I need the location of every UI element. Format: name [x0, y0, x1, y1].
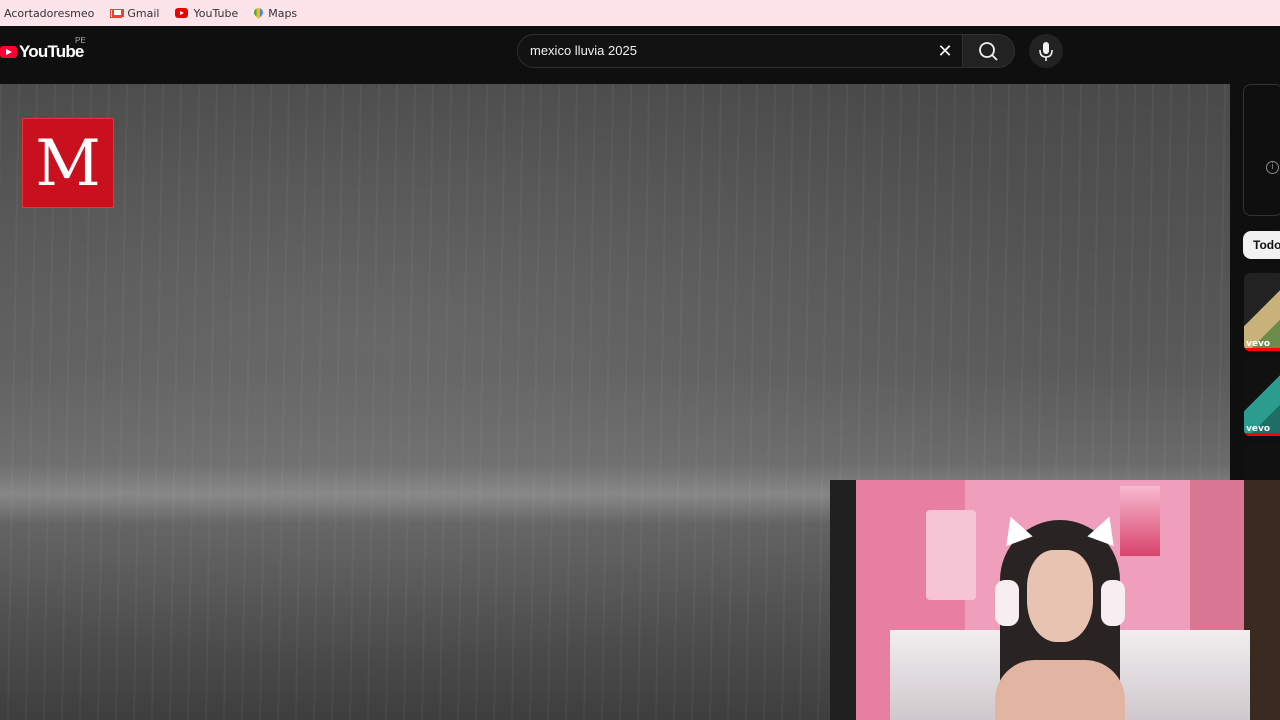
youtube-icon [175, 8, 189, 18]
headset-left [995, 580, 1019, 626]
webcam-door [830, 480, 856, 720]
bookmark-label: Acortadoresmeo [4, 6, 95, 20]
headset-right [1101, 580, 1125, 626]
search-input[interactable]: mexico lluvia 2025 ✕ [517, 34, 963, 68]
streamer-body [995, 660, 1125, 720]
bookmark-maps[interactable]: Maps [254, 7, 297, 20]
bookmark-gmail[interactable]: Gmail [110, 7, 159, 20]
channel-logo: M [22, 118, 114, 208]
gmail-icon [110, 8, 123, 18]
youtube-header: YouTube PE mexico lluvia 2025 ✕ [0, 26, 1280, 82]
youtube-logo[interactable]: YouTube PE [0, 36, 86, 62]
info-icon[interactable]: i [1266, 161, 1279, 174]
search-query: mexico lluvia 2025 [530, 43, 637, 58]
bookmark-acortadoresmeo[interactable]: Acortadoresmeo [4, 7, 94, 20]
maps-icon [254, 8, 263, 19]
region-code: PE [75, 36, 86, 45]
logo-text: YouTube [19, 42, 84, 61]
webcam-overlay [830, 480, 1280, 720]
voice-search-button[interactable] [1029, 34, 1063, 68]
webcam-shelf [926, 510, 976, 600]
watch-progress-bar [1244, 433, 1280, 436]
webcam-streamer [995, 510, 1125, 720]
sidebar-card[interactable] [1243, 84, 1280, 216]
youtube-play-icon [0, 46, 17, 58]
bookmark-label: Gmail [127, 6, 160, 20]
related-video-thumbnail[interactable]: vevo [1244, 358, 1280, 436]
bookmark-youtube[interactable]: YouTube [175, 7, 238, 20]
bookmark-label: YouTube [193, 6, 239, 20]
bookmark-label: Maps [268, 6, 298, 20]
clear-search-button[interactable]: ✕ [930, 35, 960, 67]
watch-progress-bar [1244, 348, 1280, 351]
bookmarks-bar: Acortadoresmeo Gmail YouTube Maps [0, 0, 1280, 26]
search-button[interactable] [963, 34, 1015, 68]
related-video-thumbnail[interactable]: vevo [1244, 273, 1280, 351]
search-icon [979, 42, 998, 61]
filter-chip-all[interactable]: Todo [1243, 231, 1280, 259]
streamer-face [1027, 550, 1093, 642]
related-video-thumbnail[interactable] [1244, 443, 1280, 479]
microphone-icon [1039, 42, 1053, 61]
webcam-poster [1120, 486, 1160, 556]
